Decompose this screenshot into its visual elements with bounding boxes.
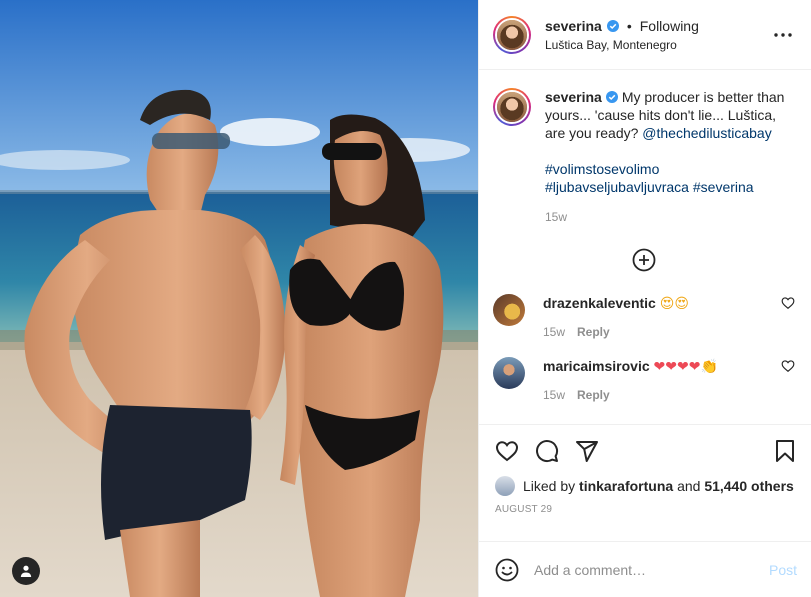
comment-item: maricaimsirovic ❤❤❤❤👏 15w Reply [493,357,795,402]
post-details-panel: severina • Following Luštica Bay, Monten… [478,0,811,597]
likes-summary: Liked by tinkarafortuna and 51,440 other… [495,476,795,496]
save-button[interactable] [755,431,795,471]
reply-button[interactable]: Reply [577,325,610,339]
author-username[interactable]: severina [545,18,602,34]
post-date[interactable]: AUGUST 29 [495,504,795,515]
caption-avatar[interactable] [493,88,531,126]
comment-username[interactable]: maricaimsirovic [543,358,650,374]
user-tag-icon [20,565,32,577]
comment-icon [536,440,559,463]
comment-like-heart-icon[interactable] [781,359,795,373]
post-modal: severina • Following Luštica Bay, Monten… [0,0,811,597]
hashtag-link[interactable]: #volimstosevolimo [545,160,785,178]
bookmark-icon [776,440,794,462]
comment-text: 😍😍 [659,296,689,312]
post-location[interactable]: Luštica Bay, Montenegro [545,38,771,52]
liker-avatar[interactable] [495,476,515,496]
beach-photo [0,0,478,597]
caption-mention-link[interactable]: @thechedilusticabay [642,125,771,141]
comment-input[interactable] [534,561,769,578]
verified-badge-icon [606,20,619,32]
following-button[interactable]: Following [640,18,699,34]
comment-button[interactable] [535,431,575,471]
hashtag-link[interactable]: #ljubavseljubavljuvraca [545,179,689,195]
like-button[interactable] [495,431,535,471]
share-button[interactable] [575,431,615,471]
user-tag-button[interactable] [12,557,40,585]
load-more-comments [493,248,795,272]
author-avatar[interactable] [493,15,531,54]
comment-avatar[interactable] [493,294,525,326]
comment-username[interactable]: drazenkaleventic [543,295,656,311]
caption-timestamp: 15w [545,210,568,224]
share-icon [576,441,598,462]
comments-list[interactable]: severina My producer is better than your… [479,70,811,424]
post-header: severina • Following Luštica Bay, Monten… [479,0,811,70]
comment-avatar[interactable] [493,357,525,389]
post-photo[interactable] [0,0,478,597]
comment-like-heart-icon[interactable] [781,296,795,310]
load-more-icon[interactable] [632,248,656,272]
reply-button[interactable]: Reply [577,388,610,402]
likes-count-link[interactable]: 51,440 others [704,478,794,494]
post-comment-button[interactable]: Post [769,562,797,578]
post-caption: severina My producer is better than your… [493,88,795,226]
more-options-icon [774,32,792,37]
hashtag-link[interactable]: #severina [693,179,754,195]
comment-text: ❤❤❤❤👏 [653,359,718,375]
header-separator: • [626,18,632,34]
comment-timestamp: 15w [543,388,566,402]
caption-username[interactable]: severina [545,89,602,105]
comment-timestamp: 15w [543,325,566,339]
add-comment-bar: Post [479,541,811,597]
likes-and: and [677,478,701,494]
post-actions: Liked by tinkarafortuna and 51,440 other… [479,424,811,541]
likes-prefix: Liked by [523,478,576,494]
emoji-icon[interactable] [495,558,519,582]
more-options-button[interactable] [771,23,795,47]
verified-badge-icon [605,91,618,103]
comment-item: drazenkaleventic 😍😍 15w Reply [493,294,795,339]
heart-icon [495,441,519,462]
liker-username[interactable]: tinkarafortuna [579,478,673,494]
